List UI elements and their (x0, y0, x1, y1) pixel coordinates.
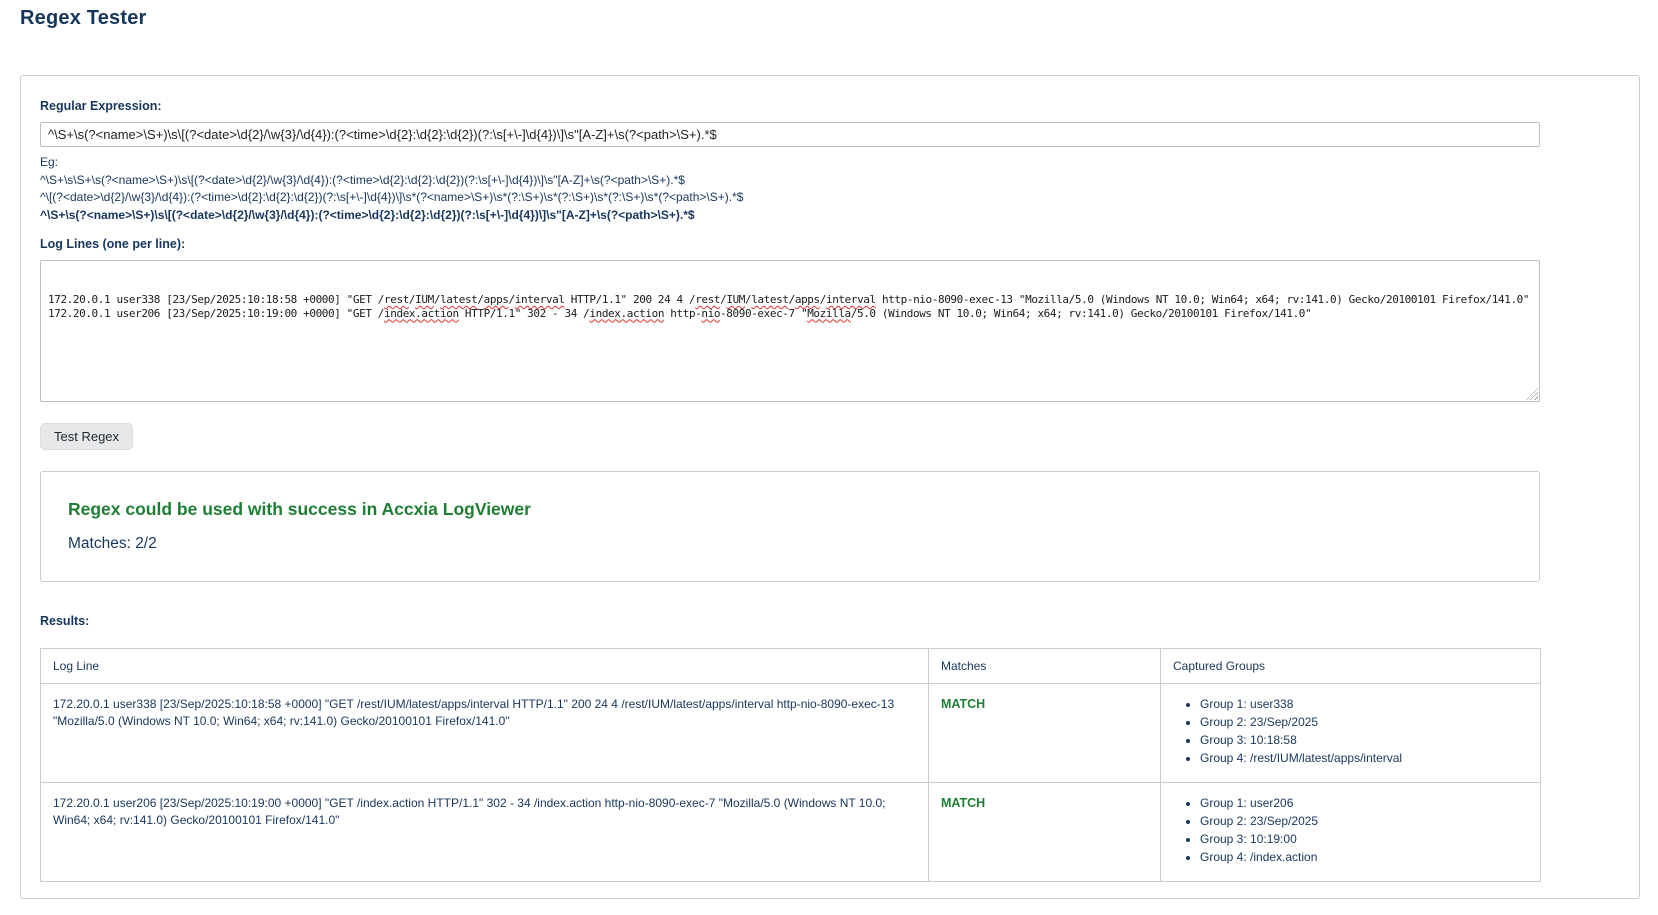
page-title: Regex Tester (20, 7, 1658, 30)
eg-label: Eg: (40, 154, 1620, 172)
captured-group-item: Group 3: 10:18:58 (1200, 732, 1528, 749)
loglines-content: 172.20.0.1 user338 [23/Sep/2025:10:18:58… (48, 293, 1532, 320)
captured-group-item: Group 1: user338 (1200, 696, 1528, 713)
regex-tester-panel: Regular Expression: Eg: ^\S+\s\S+\s(?<na… (20, 75, 1640, 899)
loglines-textarea[interactable]: 172.20.0.1 user338 [23/Sep/2025:10:18:58… (40, 260, 1540, 402)
result-match-cell: MATCH (929, 783, 1161, 882)
examples-block: Eg: ^\S+\s\S+\s(?<name>\S+)\s\[(?<date>\… (40, 154, 1620, 224)
results-label: Results: (40, 614, 1620, 628)
result-match-cell: MATCH (929, 684, 1161, 783)
captured-group-item: Group 4: /index.action (1200, 849, 1528, 866)
captured-group-item: Group 3: 10:19:00 (1200, 831, 1528, 848)
results-header-row: Log Line Matches Captured Groups (41, 649, 1541, 684)
test-regex-button[interactable]: Test Regex (40, 423, 133, 450)
captured-groups-list: Group 1: user338Group 2: 23/Sep/2025Grou… (1173, 696, 1528, 767)
regex-input[interactable] (40, 122, 1540, 147)
match-badge: MATCH (941, 796, 985, 810)
success-message: Regex could be used with success in Accx… (68, 499, 1513, 520)
results-table: Log Line Matches Captured Groups 172.20.… (40, 648, 1541, 882)
captured-group-item: Group 4: /rest/IUM/latest/apps/interval (1200, 750, 1528, 767)
regex-example-line: ^\S+\s(?<name>\S+)\s\[(?<date>\d{2}/\w{3… (40, 207, 1620, 225)
example-lines: ^\S+\s\S+\s(?<name>\S+)\s\[(?<date>\d{2}… (40, 172, 1620, 225)
result-row: 172.20.0.1 user338 [23/Sep/2025:10:18:58… (41, 684, 1541, 783)
result-log-line: 172.20.0.1 user206 [23/Sep/2025:10:19:00… (41, 783, 929, 882)
log-line-text: 172.20.0.1 user338 [23/Sep/2025:10:18:58… (48, 293, 1532, 307)
captured-group-item: Group 2: 23/Sep/2025 (1200, 714, 1528, 731)
log-line-text: 172.20.0.1 user206 [23/Sep/2025:10:19:00… (48, 307, 1532, 321)
textarea-resize-grip[interactable] (1526, 388, 1538, 400)
result-row: 172.20.0.1 user206 [23/Sep/2025:10:19:00… (41, 783, 1541, 882)
results-body: 172.20.0.1 user338 [23/Sep/2025:10:18:58… (41, 684, 1541, 882)
captured-groups-list: Group 1: user206Group 2: 23/Sep/2025Grou… (1173, 795, 1528, 866)
match-badge: MATCH (941, 697, 985, 711)
result-log-line: 172.20.0.1 user338 [23/Sep/2025:10:18:58… (41, 684, 929, 783)
regex-label: Regular Expression: (40, 99, 1620, 113)
captured-group-item: Group 2: 23/Sep/2025 (1200, 813, 1528, 830)
captured-group-item: Group 1: user206 (1200, 795, 1528, 812)
match-count: Matches: 2/2 (68, 535, 1513, 553)
regex-example-line: ^\[(?<date>\d{2}/\w{3}/\d{4}):(?<time>\d… (40, 189, 1620, 207)
regex-example-line: ^\S+\s\S+\s(?<name>\S+)\s\[(?<date>\d{2}… (40, 172, 1620, 190)
col-header-log-line: Log Line (41, 649, 929, 684)
col-header-captured-groups: Captured Groups (1161, 649, 1541, 684)
result-summary-panel: Regex could be used with success in Accx… (40, 471, 1540, 582)
col-header-matches: Matches (929, 649, 1161, 684)
result-captured-groups-cell: Group 1: user206Group 2: 23/Sep/2025Grou… (1161, 783, 1541, 882)
result-captured-groups-cell: Group 1: user338Group 2: 23/Sep/2025Grou… (1161, 684, 1541, 783)
loglines-label: Log Lines (one per line): (40, 237, 1620, 251)
